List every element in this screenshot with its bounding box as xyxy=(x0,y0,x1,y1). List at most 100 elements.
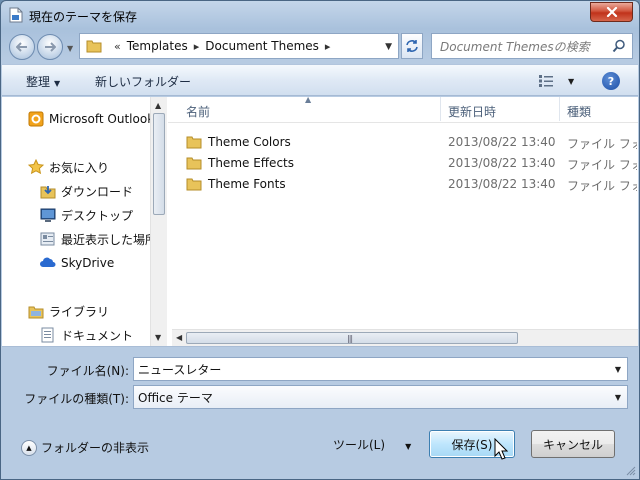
library-icon xyxy=(28,306,44,319)
recent-places-icon xyxy=(40,232,55,246)
address-row: ▼ « Templates ▸ Document Themes ▸ ▼ Docu… xyxy=(1,29,639,63)
breadcrumb-overflow-icon[interactable]: « xyxy=(114,40,121,53)
organize-button[interactable]: 整理 ▼ xyxy=(26,73,60,90)
view-options-button[interactable]: ▼ xyxy=(538,72,578,90)
window-title: 現在のテーマを保存 xyxy=(29,10,138,24)
toolbar: 整理 ▼ 新しいフォルダー ▼ ? xyxy=(2,64,638,96)
document-icon xyxy=(9,7,23,23)
search-input[interactable]: Document Themesの検索 xyxy=(431,33,633,59)
file-row[interactable]: Theme Effects 2013/08/22 13:40 ファイル フォルダ… xyxy=(168,153,638,174)
file-row[interactable]: Theme Colors 2013/08/22 13:40 ファイル フォルダー xyxy=(168,132,638,153)
forward-button[interactable] xyxy=(37,34,63,60)
file-type: ファイル フォルダー xyxy=(567,158,637,172)
file-date: 2013/08/22 13:40 xyxy=(448,135,556,149)
help-button[interactable]: ? xyxy=(602,72,620,90)
filetype-value: Office テーマ xyxy=(138,390,213,405)
breadcrumb-item-templates[interactable]: Templates xyxy=(127,39,188,53)
chevron-down-icon[interactable]: ▼ xyxy=(615,393,621,402)
tools-label: ツール(L) xyxy=(333,438,386,452)
desktop-icon xyxy=(40,208,56,222)
download-folder-icon xyxy=(40,186,56,199)
main-area: Microsoft Outlook お気に入り ダウンロード デスクトップ 最近… xyxy=(2,95,638,347)
sort-arrow-icon: ▲ xyxy=(305,95,312,104)
nav-item-documents[interactable]: ドキュメント xyxy=(40,326,133,344)
search-placeholder: Document Themesの検索 xyxy=(440,39,590,54)
scroll-thumb[interactable]: ||| xyxy=(186,332,518,344)
file-list: ▲ 名前 更新日時 種類 Theme Colors 2013/08/22 13:… xyxy=(168,95,638,346)
file-type: ファイル フォルダー xyxy=(567,137,637,151)
folder-icon xyxy=(186,136,202,149)
folder-icon xyxy=(86,40,102,53)
new-folder-button[interactable]: 新しいフォルダー xyxy=(95,73,191,90)
chevron-right-icon[interactable]: ▸ xyxy=(194,40,200,53)
file-date: 2013/08/22 13:40 xyxy=(448,156,556,170)
navigation-pane: Microsoft Outlook お気に入り ダウンロード デスクトップ 最近… xyxy=(2,97,167,346)
chevron-down-icon[interactable]: ▼ xyxy=(615,365,621,374)
chevron-right-icon[interactable]: ▸ xyxy=(325,40,331,53)
hide-folders-toggle[interactable]: ▲ フォルダーの非表示 xyxy=(21,439,149,456)
help-icon: ? xyxy=(607,74,615,88)
nav-item-downloads[interactable]: ダウンロード xyxy=(40,182,133,200)
file-row[interactable]: Theme Fonts 2013/08/22 13:40 ファイル フォルダー xyxy=(168,174,638,195)
nav-label: ライブラリ xyxy=(49,304,110,319)
cancel-button[interactable]: キャンセル xyxy=(531,430,615,458)
refresh-icon xyxy=(406,40,418,52)
close-button[interactable] xyxy=(590,2,633,22)
tools-button[interactable]: ツール(L) ▼ xyxy=(333,436,411,453)
breadcrumb-item-document-themes[interactable]: Document Themes xyxy=(205,39,319,53)
nav-label: デスクトップ xyxy=(61,208,134,223)
scroll-thumb[interactable] xyxy=(153,113,165,215)
skydrive-icon xyxy=(40,257,56,267)
file-name: Theme Effects xyxy=(208,156,294,170)
filename-field[interactable]: ニュースレター ▼ xyxy=(133,357,628,381)
nav-label: お気に入り xyxy=(49,160,110,175)
nav-label: ダウンロード xyxy=(61,184,134,199)
horizontal-scrollbar[interactable]: ◀ ||| xyxy=(172,329,638,346)
folder-icon xyxy=(186,178,202,191)
column-name[interactable]: 名前 xyxy=(186,103,210,120)
nav-item-skydrive[interactable]: SkyDrive xyxy=(40,254,114,272)
save-theme-dialog: 現在のテーマを保存 ▼ « Templates ▸ Document Theme… xyxy=(0,0,640,480)
arrow-right-icon xyxy=(45,42,56,52)
column-header: ▲ 名前 更新日時 種類 xyxy=(168,95,638,123)
column-divider[interactable] xyxy=(440,97,441,121)
search-icon[interactable] xyxy=(612,39,626,53)
nav-item-recent-places[interactable]: 最近表示した場所 xyxy=(40,230,157,248)
documents-icon xyxy=(41,327,54,343)
nav-item-desktop[interactable]: デスクトップ xyxy=(40,206,133,224)
column-divider[interactable] xyxy=(559,97,560,121)
column-modified[interactable]: 更新日時 xyxy=(448,103,496,120)
title-bar[interactable]: 現在のテーマを保存 xyxy=(1,1,639,29)
star-icon xyxy=(28,159,44,175)
recent-pages-dropdown-icon[interactable]: ▼ xyxy=(67,44,73,53)
scroll-left-icon[interactable]: ◀ xyxy=(176,333,182,342)
nav-label: 最近表示した場所 xyxy=(61,232,158,247)
breadcrumb[interactable]: « Templates ▸ Document Themes ▸ ▼ xyxy=(79,33,399,59)
refresh-button[interactable] xyxy=(401,33,423,59)
chevron-down-icon: ▼ xyxy=(405,442,412,451)
file-date: 2013/08/22 13:40 xyxy=(448,177,556,191)
filename-label: ファイル名(N): xyxy=(46,364,129,378)
filetype-select[interactable]: Office テーマ ▼ xyxy=(133,385,628,409)
nav-item-outlook[interactable]: Microsoft Outlook xyxy=(28,110,154,128)
grip-icon: ||| xyxy=(347,334,353,343)
column-type[interactable]: 種類 xyxy=(567,103,591,120)
folder-icon xyxy=(186,157,202,170)
chevron-down-icon[interactable]: ▼ xyxy=(385,42,392,52)
nav-label: SkyDrive xyxy=(61,256,115,270)
arrow-left-icon xyxy=(16,42,27,52)
nav-item-libraries[interactable]: ライブラリ xyxy=(28,302,109,320)
close-icon xyxy=(606,7,617,17)
view-list-icon xyxy=(539,75,553,87)
scroll-down-icon[interactable]: ▼ xyxy=(155,333,161,342)
resize-grip-icon[interactable] xyxy=(626,466,636,476)
nav-scrollbar[interactable]: ▲ ▼ xyxy=(150,97,167,346)
chevron-up-icon: ▲ xyxy=(21,439,37,456)
organize-label: 整理 xyxy=(26,75,51,89)
file-name: Theme Fonts xyxy=(208,177,286,191)
filetype-label: ファイルの種類(T): xyxy=(24,392,129,406)
back-button[interactable] xyxy=(9,34,35,60)
filename-value: ニュースレター xyxy=(138,362,222,377)
nav-item-favorites[interactable]: お気に入り xyxy=(28,158,109,176)
scroll-up-icon[interactable]: ▲ xyxy=(155,101,161,110)
